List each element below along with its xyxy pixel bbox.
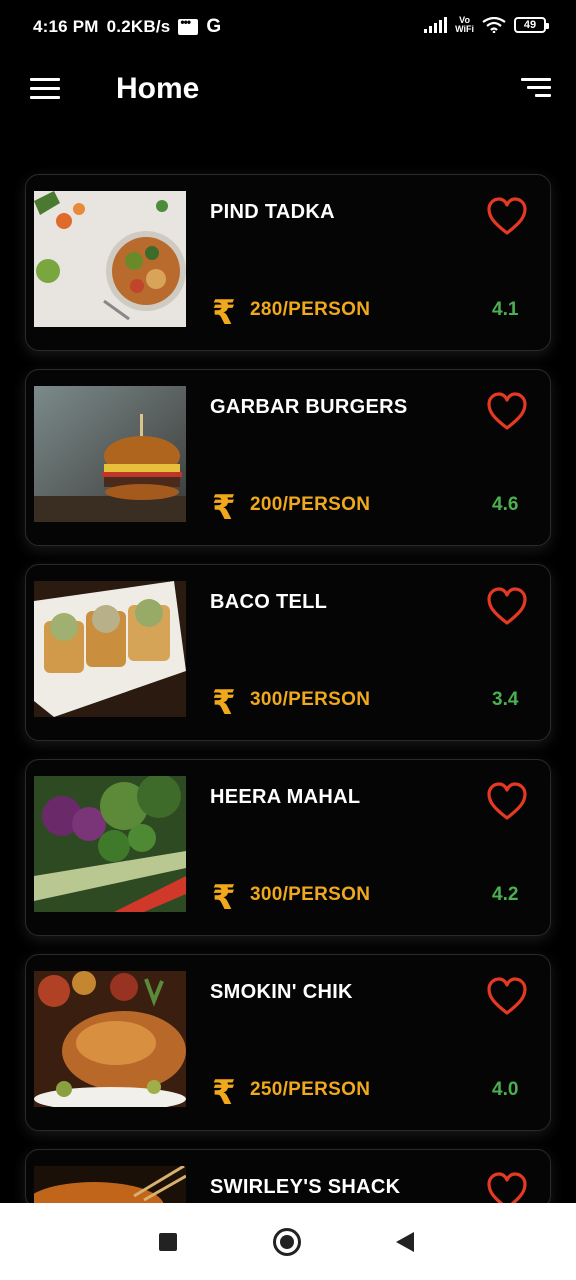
restaurant-name: SWIRLEY'S SHACK: [210, 1176, 401, 1198]
recents-button[interactable]: [159, 1233, 177, 1251]
home-button[interactable]: [273, 1228, 301, 1256]
restaurant-name: PIND TADKA: [210, 201, 335, 223]
rating-value: 4.6: [492, 494, 519, 515]
app-bar: Home: [0, 56, 576, 126]
restaurant-name: GARBAR BURGERS: [210, 396, 408, 418]
signal-icon: [424, 17, 448, 33]
battery-icon: 49: [514, 17, 549, 33]
roast-chicken-image: [34, 971, 186, 1107]
restaurant-card[interactable]: BACO TELL ₹ 300/PERSON 3.4: [25, 564, 551, 741]
tacos-image: [34, 581, 186, 717]
restaurant-card[interactable]: HEERA MAHAL ₹ 300/PERSON 4.2: [25, 759, 551, 936]
restaurant-card[interactable]: GARBAR BURGERS ₹ 200/PERSON 4.6: [25, 369, 551, 546]
wifi-icon: [482, 17, 506, 33]
rating-value: 4.1: [492, 299, 519, 320]
heart-icon[interactable]: [486, 587, 528, 627]
price-per-person: 280/PERSON: [250, 299, 371, 320]
price-per-person: 300/PERSON: [250, 689, 371, 710]
restaurant-name: SMOKIN' CHIK: [210, 981, 353, 1003]
heart-icon[interactable]: [486, 392, 528, 432]
vowifi-icon: Vo WiFi: [455, 15, 474, 34]
status-net-speed: 0.2KB/s: [106, 17, 171, 36]
heart-icon[interactable]: [486, 782, 528, 822]
battery-level: 49: [523, 19, 537, 31]
system-nav-bar: [0, 1203, 576, 1280]
message-icon: [178, 15, 199, 35]
rating-value: 4.0: [492, 1079, 519, 1100]
rupee-icon: ₹: [212, 683, 236, 723]
sort-filter-icon[interactable]: [521, 78, 551, 100]
restaurant-name: HEERA MAHAL: [210, 786, 361, 808]
heart-icon[interactable]: [486, 977, 528, 1017]
rupee-icon: ₹: [212, 488, 236, 528]
page-title: Home: [116, 72, 200, 105]
status-left: 4:16 PM 0.2KB/s G: [33, 15, 222, 38]
google-icon: G: [206, 16, 222, 37]
salad-bowl-image: [34, 191, 186, 327]
vegetables-image: [34, 776, 186, 912]
price-per-person: 250/PERSON: [250, 1079, 371, 1100]
rupee-icon: ₹: [212, 293, 236, 333]
restaurant-card[interactable]: SMOKIN' CHIK ₹ 250/PERSON 4.0: [25, 954, 551, 1131]
restaurant-name: BACO TELL: [210, 591, 328, 613]
restaurant-card[interactable]: PIND TADKA ₹ 280/PERSON 4.1: [25, 174, 551, 351]
price-per-person: 300/PERSON: [250, 884, 371, 905]
rating-value: 3.4: [492, 689, 519, 710]
price-per-person: 200/PERSON: [250, 494, 371, 515]
status-bar: 4:16 PM 0.2KB/s G Vo WiFi 49: [0, 0, 576, 56]
back-button[interactable]: [396, 1232, 414, 1252]
restaurant-card[interactable]: SWIRLEY'S SHACK: [25, 1149, 551, 1209]
hamburger-menu-icon[interactable]: [30, 78, 60, 100]
rating-value: 4.2: [492, 884, 519, 905]
status-time: 4:16 PM: [33, 17, 99, 36]
rupee-icon: ₹: [212, 878, 236, 918]
burger-image: [34, 386, 186, 522]
rupee-icon: ₹: [212, 1073, 236, 1113]
heart-icon[interactable]: [486, 197, 528, 237]
status-right: Vo WiFi 49: [424, 15, 549, 34]
